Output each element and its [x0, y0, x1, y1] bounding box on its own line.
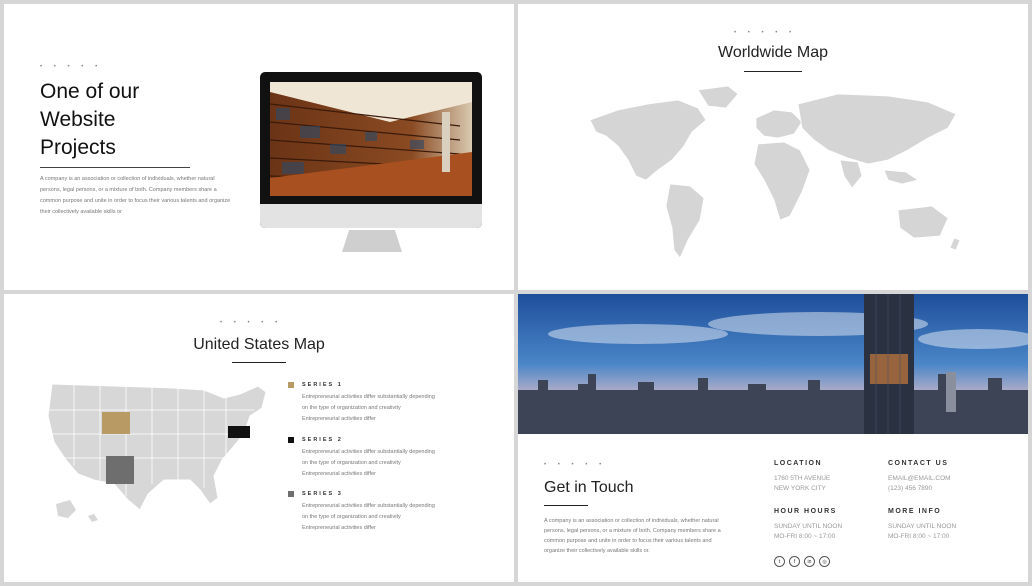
- new-zealand-shape: [949, 237, 961, 251]
- legend-series-3: SERIES 3 Entrepreneurial activities diff…: [288, 489, 435, 534]
- hawaii-shape: [88, 514, 98, 522]
- more-info-line: MO-FRI 8:00 ~ 17:00: [888, 533, 950, 540]
- hours-value: SUNDAY UNTIL NOON MO-FRI 8:00 ~ 17:00: [774, 522, 842, 542]
- greenland-shape: [697, 85, 739, 109]
- title-underline: [744, 71, 802, 72]
- decorative-dots: • • • • •: [40, 64, 103, 70]
- title-line: Website: [40, 108, 116, 131]
- decorative-dots: • • • • •: [734, 30, 797, 36]
- series-text: Entrepreneurial activities differ: [302, 525, 376, 531]
- email-link[interactable]: EMAIL@EMAIL.COM: [888, 474, 951, 484]
- location-line: 1760 5TH AVENUE: [774, 475, 831, 482]
- slide-us-map[interactable]: • • • • • United States Map SERIES 1 Ent…: [4, 294, 514, 582]
- hours-label: HOUR HOURS: [774, 508, 837, 515]
- series-text: Entrepreneurial activities differ: [302, 416, 376, 422]
- title-underline: [544, 505, 588, 506]
- australia-shape: [897, 205, 949, 239]
- linkedin-icon[interactable]: in: [804, 556, 815, 567]
- description-text: A company is an association or collectio…: [40, 176, 231, 215]
- title-underline: [232, 362, 286, 363]
- page-title: One of our Website Projects: [40, 78, 139, 162]
- series-text: on the type of organization and creativi…: [302, 405, 401, 411]
- city-skyline-photo: [518, 294, 1028, 434]
- title-underline: [40, 167, 190, 168]
- africa-shape: [753, 141, 811, 221]
- page-title: Worldwide Map: [718, 44, 828, 61]
- hours-line: MO-FRI 8:00 ~ 17:00: [774, 533, 836, 540]
- highlight-state-series1: [102, 412, 130, 434]
- more-info-label: MORE INFO: [888, 508, 942, 515]
- highlight-state-series2: [228, 426, 250, 438]
- title-line: One of our: [40, 80, 140, 103]
- series-text: Entrepreneurial activities differ: [302, 471, 376, 477]
- library-photo: [270, 82, 472, 196]
- highlight-state-series3: [106, 456, 134, 484]
- southeast-asia-shape: [883, 169, 919, 185]
- location-line: NEW YORK CITY: [774, 485, 826, 492]
- slide-worldwide-map[interactable]: • • • • • Worldwide Map: [518, 4, 1028, 290]
- page-title: United States Map: [193, 336, 325, 353]
- series-text: Entrepreneurial activities differ substa…: [302, 394, 435, 400]
- legend-series-2: SERIES 2 Entrepreneurial activities diff…: [288, 435, 435, 480]
- world-map: [589, 85, 961, 259]
- series-text: on the type of organization and creativi…: [302, 460, 401, 466]
- monitor-stand: [342, 230, 402, 252]
- contact-value: EMAIL@EMAIL.COM (123) 456 7890: [888, 474, 951, 494]
- legend-series-1: SERIES 1 Entrepreneurial activities diff…: [288, 380, 435, 425]
- twitter-icon[interactable]: t: [774, 556, 785, 567]
- europe-shape: [755, 109, 803, 139]
- series-label: SERIES 2: [302, 437, 343, 443]
- social-links: t f in ◎: [774, 556, 830, 567]
- series-label: SERIES 3: [302, 491, 343, 497]
- contact-label: CONTACT US: [888, 460, 949, 467]
- facebook-icon[interactable]: f: [789, 556, 800, 567]
- slide-website-projects[interactable]: • • • • • One of our Website Projects A …: [4, 4, 514, 290]
- slide-get-in-touch[interactable]: • • • • • Get in Touch A company is an a…: [518, 294, 1028, 582]
- south-asia-shape: [839, 159, 863, 189]
- description-text: A company is an association or collectio…: [544, 518, 721, 554]
- us-map: [47, 383, 267, 522]
- series-text: Entrepreneurial activities differ substa…: [302, 449, 435, 455]
- hours-line: SUNDAY UNTIL NOON: [774, 523, 843, 530]
- decorative-dots: • • • • •: [544, 462, 607, 468]
- us-outline-shape: [47, 383, 267, 511]
- series-3-swatch: [288, 491, 294, 497]
- alaska-shape: [56, 500, 76, 518]
- monitor-chin: [260, 204, 482, 228]
- monitor-mockup: [260, 72, 482, 228]
- location-label: LOCATION: [774, 460, 823, 467]
- south-america-shape: [665, 183, 705, 259]
- series-2-swatch: [288, 437, 294, 443]
- series-label: SERIES 1: [302, 382, 343, 388]
- series-text: on the type of organization and creativi…: [302, 514, 401, 520]
- north-america-shape: [589, 99, 707, 181]
- asia-shape: [797, 93, 957, 165]
- series-1-swatch: [288, 382, 294, 388]
- more-info-value: SUNDAY UNTIL NOON MO-FRI 8:00 ~ 17:00: [888, 522, 956, 542]
- decorative-dots: • • • • •: [220, 320, 283, 326]
- page-title: Get in Touch: [544, 479, 634, 496]
- phone-number: (123) 456 7890: [888, 485, 933, 492]
- location-value: 1760 5TH AVENUE NEW YORK CITY: [774, 474, 830, 494]
- title-line: Projects: [40, 136, 116, 159]
- instagram-icon[interactable]: ◎: [819, 556, 830, 567]
- more-info-line: SUNDAY UNTIL NOON: [888, 523, 957, 530]
- series-text: Entrepreneurial activities differ substa…: [302, 503, 435, 509]
